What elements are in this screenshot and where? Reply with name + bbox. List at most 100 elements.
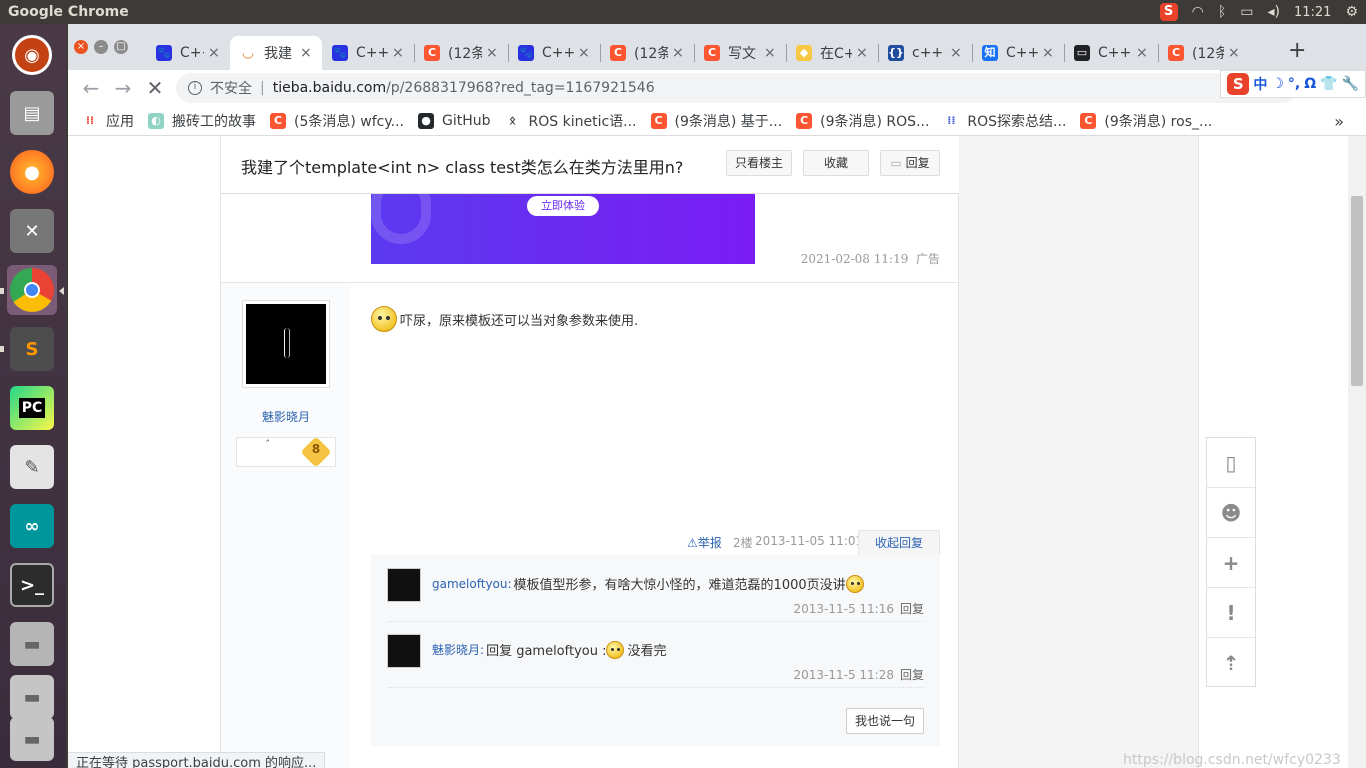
sogou-punctuation-icon[interactable]: °,: [1288, 76, 1300, 92]
reply-avatar[interactable]: [387, 634, 421, 668]
bear-face-icon[interactable]: ☻: [1207, 488, 1255, 538]
author-avatar[interactable]: [242, 300, 330, 388]
pycharm-icon[interactable]: PC: [7, 383, 57, 433]
address-bar[interactable]: i 不安全 | tieba.baidu.com/p/2688317968?red…: [176, 73, 1298, 103]
text-editor-icon[interactable]: ✎: [7, 442, 57, 492]
tab-close-icon[interactable]: ×: [764, 45, 780, 61]
back-icon[interactable]: ←: [78, 75, 104, 101]
new-tab-icon[interactable]: +: [1288, 38, 1306, 63]
browser-tab[interactable]: 🐾 C++E×: [146, 36, 230, 70]
sogou-skin-icon[interactable]: 👕: [1320, 76, 1337, 92]
scrollbar-thumb[interactable]: [1351, 196, 1363, 386]
tab-close-icon[interactable]: ×: [1042, 45, 1058, 61]
browser-tab[interactable]: ◆ 在C+ ×: [786, 36, 878, 70]
tab-close-icon[interactable]: ×: [672, 45, 688, 61]
sogou-tools-icon[interactable]: 🔧: [1342, 76, 1359, 92]
bluetooth-icon[interactable]: ᛒ: [1218, 4, 1226, 20]
browser-tab[interactable]: C (12条 ×: [414, 36, 508, 70]
tab-close-icon[interactable]: ×: [856, 45, 872, 61]
browser-tab[interactable]: {} c++ s×: [878, 36, 972, 70]
tab-label: 我建: [264, 46, 292, 62]
browser-tab[interactable]: 🐾 C++ ×: [322, 36, 414, 70]
bookmark-item[interactable]: ⁞⁞ 应用: [82, 111, 134, 131]
say-something-button[interactable]: 我也说一句: [846, 708, 924, 734]
ubuntu-dash-icon[interactable]: ◉: [7, 30, 57, 80]
back-to-top-icon[interactable]: ⇡: [1207, 638, 1255, 688]
only-op-button[interactable]: 只看楼主: [726, 150, 792, 176]
author-level[interactable]: ˆ 8: [236, 436, 336, 468]
favorite-button[interactable]: 收藏: [803, 150, 869, 176]
drive-icon[interactable]: ▬: [7, 714, 57, 764]
sublime-text-icon[interactable]: S: [7, 324, 57, 374]
drive-icon[interactable]: ▬: [7, 619, 57, 669]
forward-icon[interactable]: →: [110, 75, 136, 101]
bookmarks-overflow-icon[interactable]: »: [1334, 112, 1344, 131]
reply-user[interactable]: gameloftyou:: [432, 577, 512, 591]
sogou-chinese-mode[interactable]: 中: [1253, 74, 1267, 94]
files-icon[interactable]: ▤: [7, 88, 57, 138]
sogou-halfwidth-icon[interactable]: ☽: [1271, 76, 1284, 92]
ad-banner[interactable]: 立即体验: [371, 194, 755, 264]
tab-close-icon[interactable]: ×: [950, 45, 966, 61]
window-close-icon[interactable]: ×: [74, 40, 88, 54]
battery-icon[interactable]: ▭: [1240, 4, 1253, 20]
terminal-icon[interactable]: >_: [7, 560, 57, 610]
browser-tab[interactable]: C (12条 ×: [1158, 36, 1250, 70]
page-scrollbar[interactable]: [1348, 136, 1366, 768]
tab-close-icon[interactable]: ×: [1228, 45, 1244, 61]
collapse-replies-button[interactable]: 收起回复: [858, 530, 940, 554]
bookmark-item[interactable]: C (9条消息) 基于...: [650, 111, 783, 131]
tab-close-icon[interactable]: ×: [1136, 45, 1152, 61]
sogou-symbols-icon[interactable]: Ω: [1304, 76, 1316, 92]
author-name[interactable]: 魅影晓月: [221, 408, 351, 425]
reply-thread-button[interactable]: ▭ 回复: [880, 150, 940, 176]
arduino-icon[interactable]: ∞: [7, 501, 57, 551]
sogou-icon[interactable]: S: [1159, 3, 1178, 21]
reply-link[interactable]: 回复: [900, 602, 924, 616]
csdn-bookmark-icon: C: [650, 112, 667, 129]
sogou-logo-icon[interactable]: S: [1227, 73, 1250, 95]
reply-user-name: 魅影晓月: [432, 643, 481, 657]
feedback-icon[interactable]: !: [1207, 588, 1255, 638]
plus-icon[interactable]: +: [1207, 538, 1255, 588]
bookmark-item[interactable]: C (5条消息) wfcy...: [270, 111, 404, 131]
tab-close-icon[interactable]: ×: [392, 45, 408, 61]
bookmark-item[interactable]: ● GitHub: [418, 112, 491, 129]
list-item: gameloftyou: 模板值型形参，有啥大惊小怪的，难道范磊的1000页没讲…: [387, 562, 924, 622]
tab-label: C++P: [1006, 45, 1038, 61]
chrome-icon[interactable]: [7, 265, 57, 315]
reply-avatar[interactable]: [387, 568, 421, 602]
tab-close-icon[interactable]: ×: [486, 45, 502, 61]
reply-link[interactable]: 回复: [900, 668, 924, 682]
settings-icon[interactable]: ✕: [7, 206, 57, 256]
site-info-icon[interactable]: i: [188, 81, 202, 95]
bookmark-item[interactable]: C (9条消息) ros_...: [1080, 111, 1212, 131]
wifi-icon[interactable]: ◠: [1192, 4, 1204, 20]
browser-tab[interactable]: 知 C++P×: [972, 36, 1064, 70]
firefox-icon[interactable]: ●: [7, 147, 57, 197]
report-link[interactable]: ⚠举报: [687, 534, 722, 551]
bookmark-item[interactable]: ᛟ ROS kinetic语...: [505, 111, 636, 131]
csdn-bookmark-icon: C: [270, 112, 286, 129]
tab-close-icon[interactable]: ×: [578, 45, 594, 61]
tab-close-icon[interactable]: ×: [300, 45, 316, 61]
browser-tab[interactable]: ▭ C++1×: [1064, 36, 1158, 70]
browser-tab[interactable]: ◡ 我建 ×: [230, 36, 322, 70]
reply-user[interactable]: 魅影晓月:: [432, 641, 484, 658]
bookmark-label: (9条消息) 基于...: [674, 113, 783, 130]
bookmark-item[interactable]: ⁞⁞ ROS探索总结...: [943, 111, 1066, 131]
tab-close-icon[interactable]: ×: [208, 45, 224, 61]
clock[interactable]: 11:21: [1294, 5, 1331, 20]
bookmark-item[interactable]: C (9条消息) ROS...: [796, 111, 929, 131]
volume-icon[interactable]: ◂): [1267, 4, 1280, 20]
window-maximize-icon[interactable]: □: [114, 40, 128, 54]
ad-cta-button[interactable]: 立即体验: [527, 196, 599, 216]
browser-tab[interactable]: C (12条 ×: [600, 36, 694, 70]
stop-loading-icon[interactable]: ✕: [142, 75, 168, 101]
browser-tab[interactable]: 🐾 C++P×: [508, 36, 600, 70]
settings-gear-icon[interactable]: ⚙: [1345, 4, 1358, 20]
phone-download-icon[interactable]: ▯: [1207, 438, 1255, 488]
window-minimize-icon[interactable]: –: [94, 40, 108, 54]
bookmark-item[interactable]: ◐ 搬砖工的故事: [148, 111, 256, 131]
browser-tab[interactable]: C 写文 ×: [694, 36, 786, 70]
